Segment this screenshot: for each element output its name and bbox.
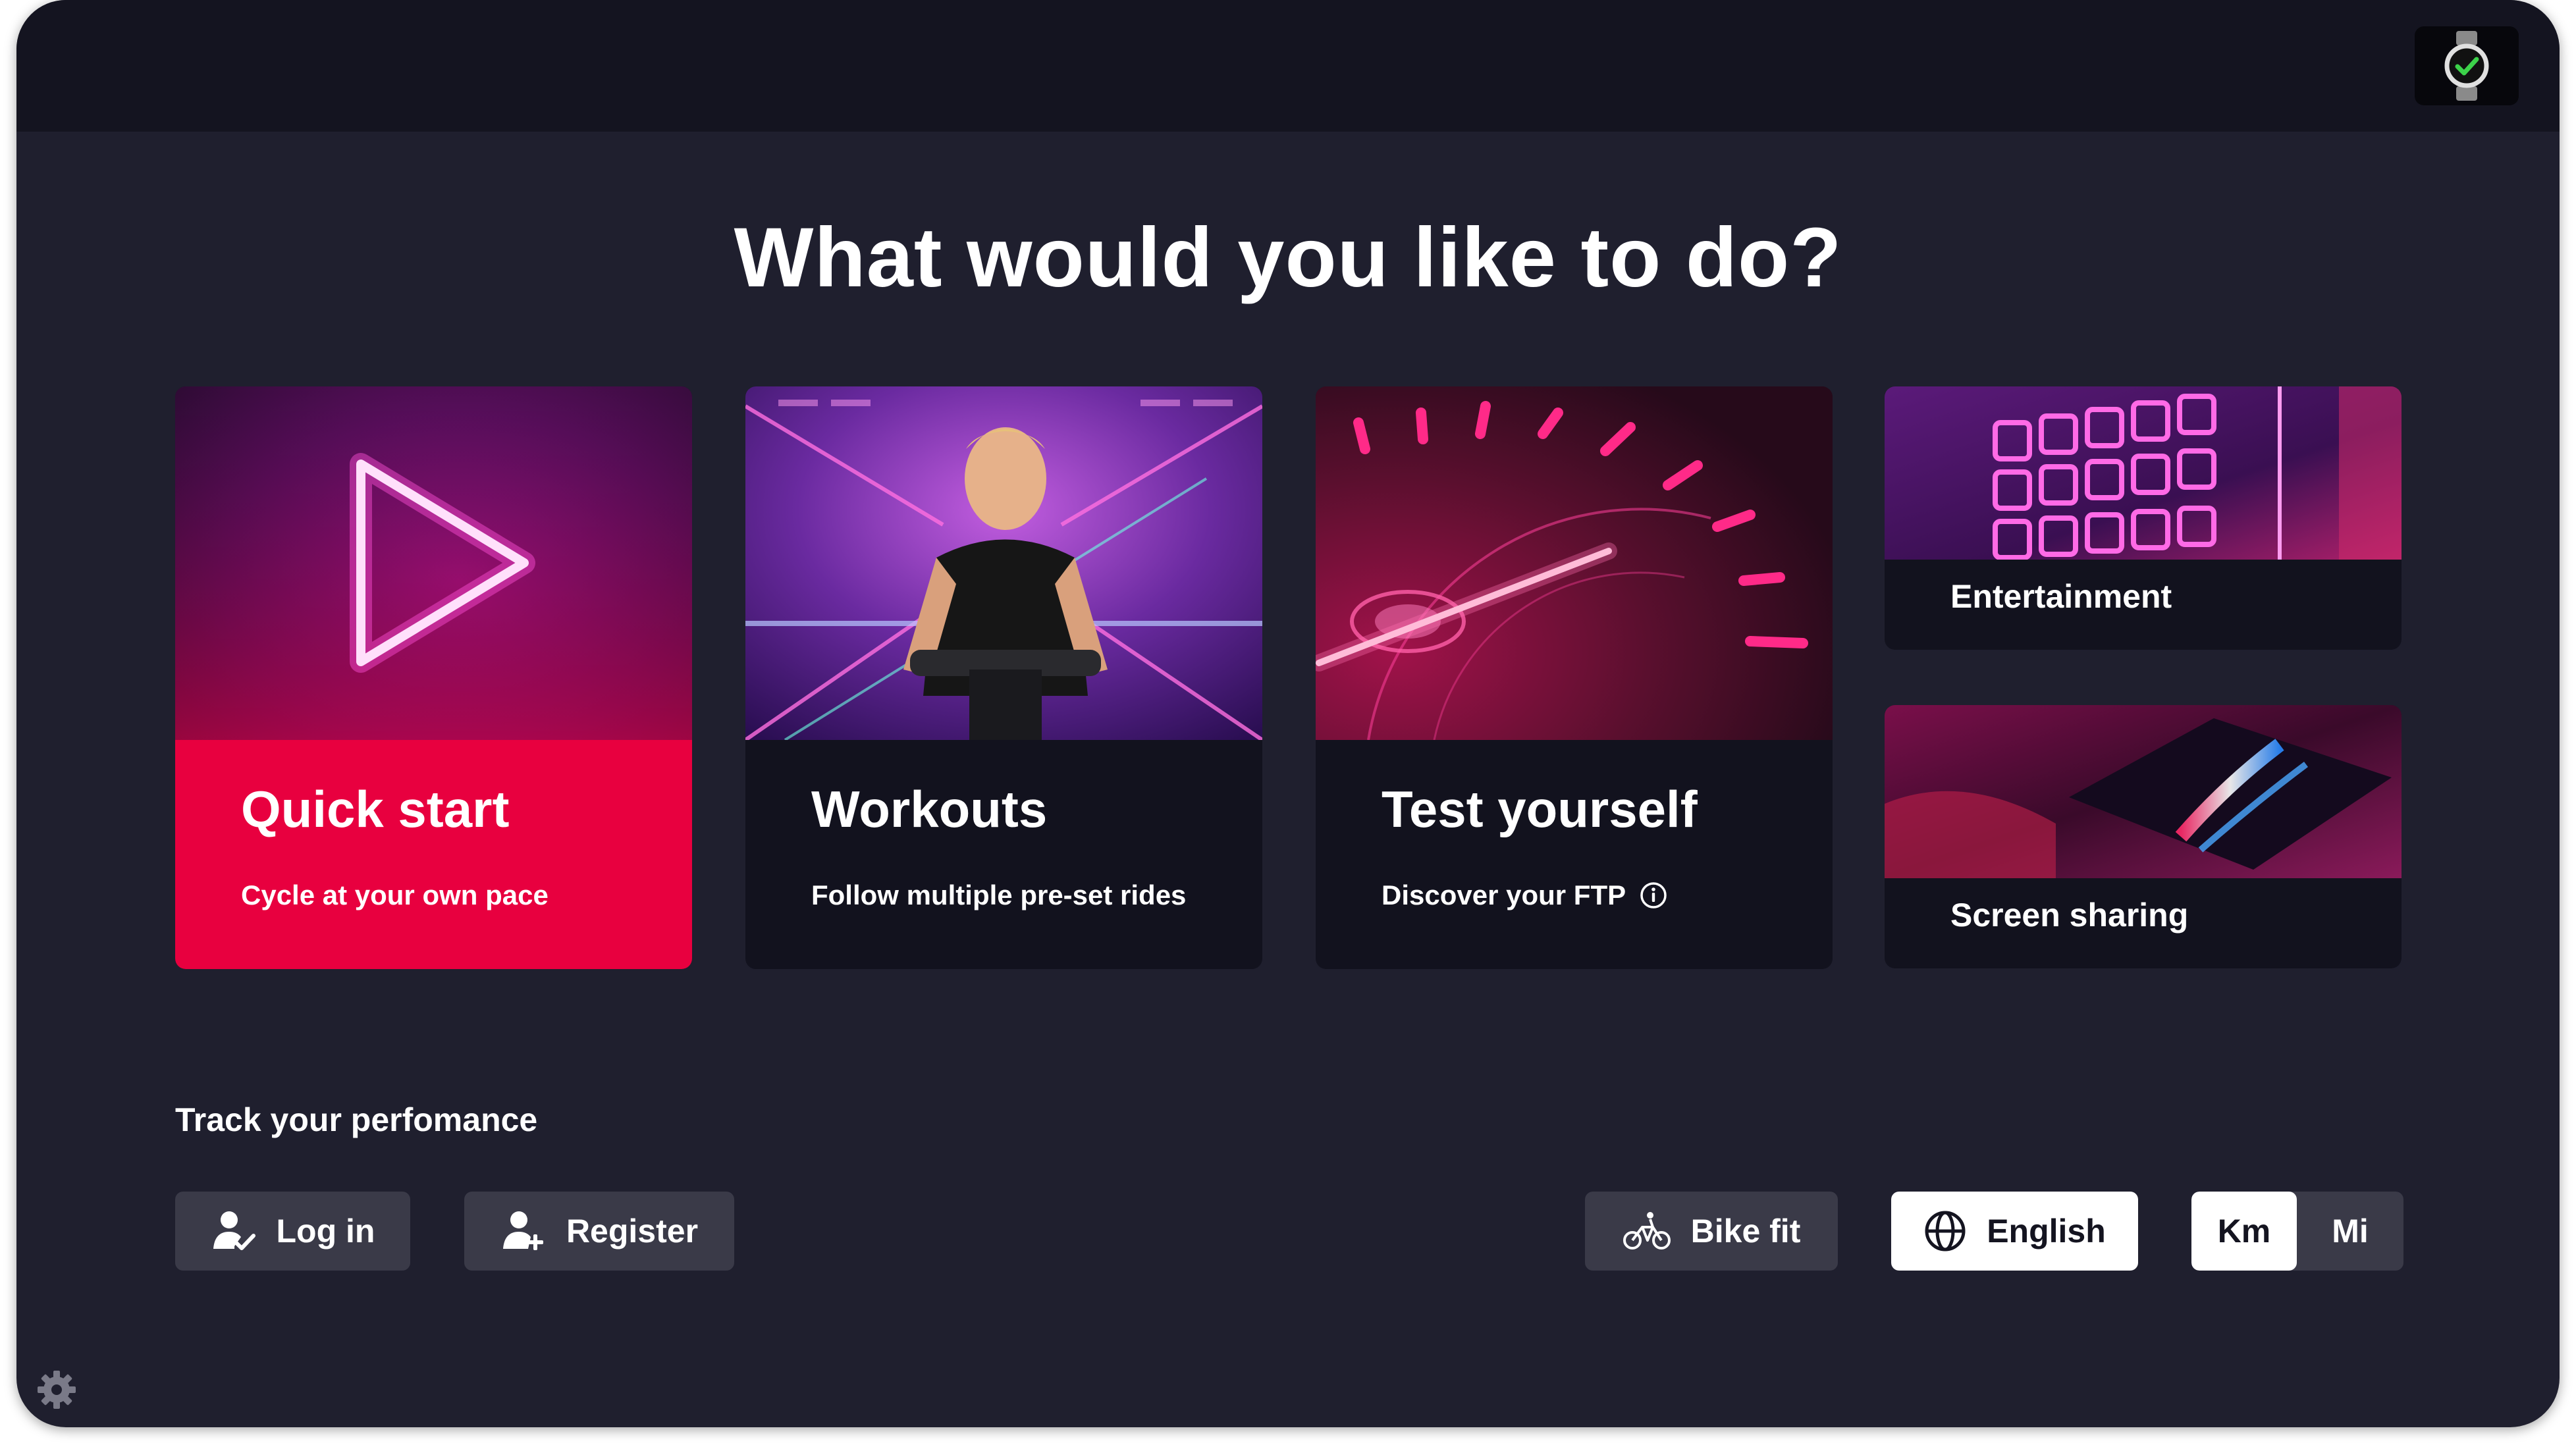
- unit-toggle[interactable]: Km Mi: [2191, 1192, 2403, 1271]
- workouts-title: Workouts: [811, 780, 1048, 838]
- app-window: What would you like to do? Quick start C…: [16, 0, 2560, 1427]
- test-yourself-title: Test yourself: [1382, 780, 1698, 838]
- unit-km-option[interactable]: Km: [2191, 1192, 2297, 1271]
- login-button[interactable]: Log in: [175, 1192, 410, 1271]
- gear-icon[interactable]: [36, 1369, 77, 1410]
- test-yourself-subtitle: Discover your FTP: [1382, 880, 1668, 911]
- bike-icon: [1623, 1212, 1671, 1250]
- language-label: English: [1987, 1213, 2106, 1250]
- quick-start-subtitle: Cycle at your own pace: [241, 880, 549, 910]
- track-performance-label: Track your perfomance: [175, 1101, 538, 1138]
- bike-fit-label: Bike fit: [1690, 1213, 1801, 1250]
- quick-start-image: [175, 386, 692, 740]
- user-plus-icon: [502, 1211, 543, 1250]
- entertainment-label: Entertainment: [1950, 578, 2172, 615]
- entertainment-card[interactable]: Entertainment: [1885, 386, 2402, 650]
- screen-sharing-card[interactable]: Screen sharing: [1885, 705, 2402, 968]
- quick-start-title: Quick start: [241, 780, 510, 838]
- info-icon[interactable]: [1639, 881, 1668, 910]
- screen-sharing-image: [1885, 705, 2402, 878]
- entertainment-image: [1885, 386, 2402, 560]
- unit-mi-option[interactable]: Mi: [2297, 1192, 2403, 1271]
- bike-fit-button[interactable]: Bike fit: [1585, 1192, 1838, 1271]
- globe-icon: [1925, 1211, 1966, 1251]
- screen-sharing-label: Screen sharing: [1950, 897, 2189, 934]
- quick-start-card[interactable]: Quick start Cycle at your own pace: [175, 386, 692, 969]
- top-bar: [16, 0, 2560, 132]
- page-title: What would you like to do?: [734, 211, 1842, 305]
- watch-connection-button[interactable]: [2415, 26, 2519, 105]
- test-yourself-image: [1316, 386, 1833, 740]
- workouts-subtitle: Follow multiple pre-set rides: [811, 880, 1187, 910]
- register-button[interactable]: Register: [464, 1192, 734, 1271]
- workouts-card[interactable]: Workouts Follow multiple pre-set rides: [745, 386, 1262, 969]
- test-yourself-card[interactable]: Test yourself Discover your FTP: [1316, 386, 1833, 969]
- login-label: Log in: [276, 1213, 375, 1250]
- register-label: Register: [566, 1213, 699, 1250]
- user-check-icon: [213, 1211, 255, 1250]
- workouts-image: [745, 386, 1262, 740]
- language-button[interactable]: English: [1891, 1192, 2138, 1271]
- watch-icon: [2444, 31, 2489, 101]
